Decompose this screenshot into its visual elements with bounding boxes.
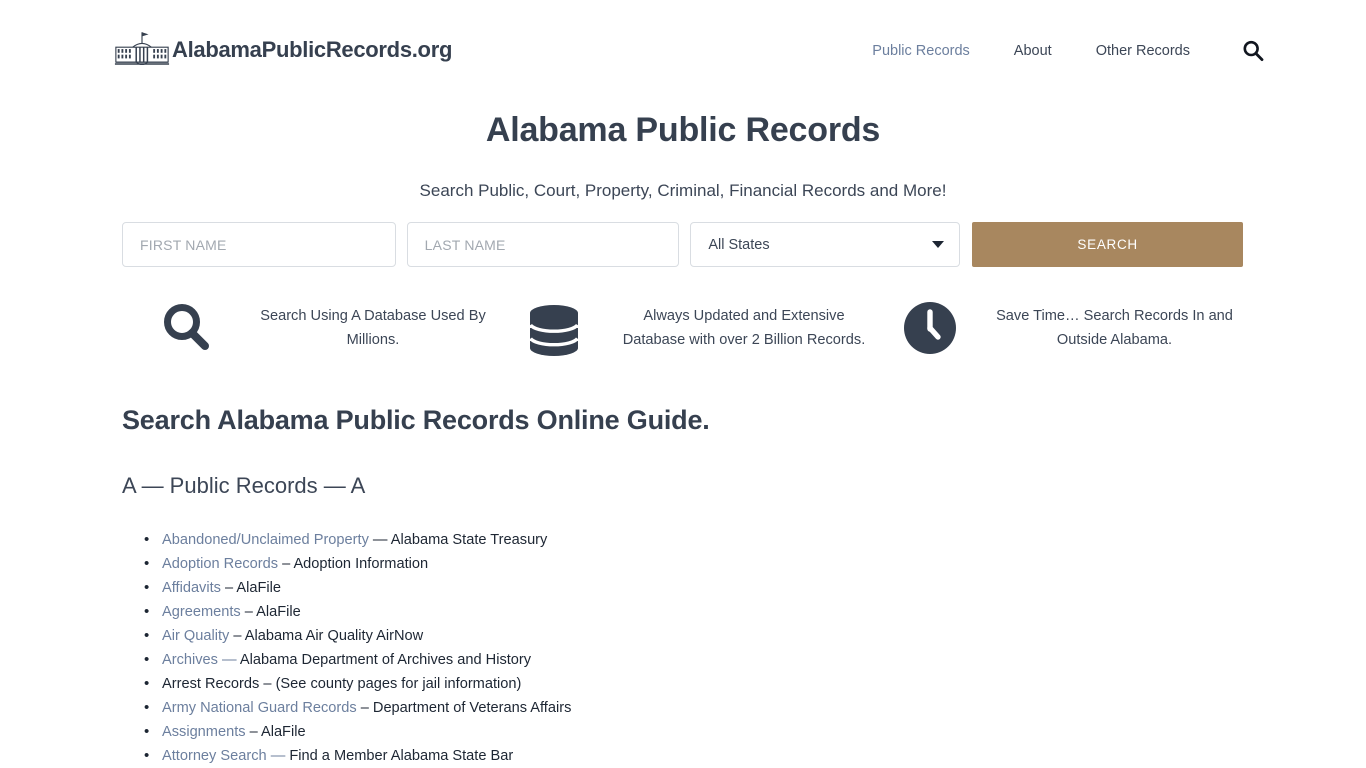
site-logo-link[interactable]: AlabamaPublicRecords.org	[114, 28, 452, 72]
feature-item: Save Time… Search Records In and Outside…	[874, 290, 1243, 360]
list-item: Arrest Records – (See county pages for j…	[162, 672, 1243, 696]
record-description: Alabama Air Quality AirNow	[245, 628, 423, 644]
feature-text: Search Using A Database Used By Millions…	[252, 290, 494, 352]
first-name-input[interactable]	[122, 222, 396, 267]
record-description: Find a Member Alabama State Bar	[289, 748, 513, 764]
record-link[interactable]: Assignments	[162, 724, 246, 740]
record-description: AlaFile	[256, 604, 301, 620]
feature-text: Always Updated and Extensive Database wi…	[614, 290, 874, 352]
record-separator: –	[221, 580, 236, 596]
record-link[interactable]: Adoption Records	[162, 556, 278, 572]
list-item: Army National Guard Records – Department…	[162, 696, 1243, 720]
record-separator: –	[278, 556, 293, 572]
magnifier-icon	[122, 290, 252, 360]
list-item: Air Quality – Alabama Air Quality AirNow	[162, 624, 1243, 648]
record-description: (See county pages for jail information)	[276, 676, 522, 692]
record-label: Arrest Records	[162, 676, 259, 692]
guide-section-heading: A — Public Records — A	[122, 436, 1243, 499]
record-separator: —	[267, 748, 290, 764]
record-link[interactable]: Archives	[162, 652, 218, 668]
site-header: AlabamaPublicRecords.org Public Records …	[0, 0, 1366, 100]
record-description: AlaFile	[261, 724, 306, 740]
last-name-input[interactable]	[407, 222, 680, 267]
clock-icon	[874, 290, 986, 360]
record-description: Adoption Information	[293, 556, 428, 572]
nav-item-about[interactable]: About	[992, 39, 1074, 63]
list-item: Abandoned/Unclaimed Property — Alabama S…	[162, 528, 1243, 552]
people-search-form: All States SEARCH	[122, 222, 1243, 267]
state-select-wrapper: All States	[690, 222, 960, 267]
record-separator: —	[369, 532, 391, 548]
records-guide-section: Search Alabama Public Records Online Gui…	[122, 400, 1243, 768]
feature-text: Save Time… Search Records In and Outside…	[986, 290, 1243, 352]
record-description: Department of Veterans Affairs	[373, 700, 571, 716]
state-select-value: All States	[708, 237, 769, 253]
search-icon[interactable]	[1240, 38, 1266, 64]
record-link[interactable]: Air Quality	[162, 628, 229, 644]
guide-heading: Search Alabama Public Records Online Gui…	[122, 400, 1243, 436]
search-button[interactable]: SEARCH	[972, 222, 1243, 267]
list-item: Agreements – AlaFile	[162, 600, 1243, 624]
state-select[interactable]: All States	[690, 222, 960, 267]
hero-section: Alabama Public Records Search Public, Co…	[0, 100, 1366, 201]
record-separator: –	[259, 676, 275, 692]
record-link[interactable]: Abandoned/Unclaimed Property	[162, 532, 369, 548]
list-item: Attorney Search — Find a Member Alabama …	[162, 744, 1243, 768]
nav-item-public-records[interactable]: Public Records	[850, 39, 992, 63]
page-subtitle: Search Public, Court, Property, Criminal…	[0, 150, 1366, 201]
record-description: AlaFile	[236, 580, 281, 596]
page-title: Alabama Public Records	[0, 100, 1366, 150]
feature-item: Always Updated and Extensive Database wi…	[494, 290, 874, 360]
record-link[interactable]: Attorney Search	[162, 748, 267, 764]
record-separator: –	[357, 700, 373, 716]
record-description: Alabama Department of Archives and Histo…	[240, 652, 531, 668]
list-item: Affidavits – AlaFile	[162, 576, 1243, 600]
record-separator: —	[218, 652, 240, 668]
site-logo-text: AlabamaPublicRecords.org	[172, 39, 452, 61]
capitol-building-icon	[114, 28, 170, 72]
record-link[interactable]: Affidavits	[162, 580, 221, 596]
list-item: Assignments – AlaFile	[162, 720, 1243, 744]
record-separator: –	[241, 604, 256, 620]
feature-item: Search Using A Database Used By Millions…	[122, 290, 494, 360]
record-separator: –	[229, 628, 244, 644]
feature-highlights: Search Using A Database Used By Millions…	[122, 290, 1243, 360]
record-link[interactable]: Army National Guard Records	[162, 700, 357, 716]
records-list: Abandoned/Unclaimed Property — Alabama S…	[122, 499, 1243, 768]
nav-item-other-records[interactable]: Other Records	[1074, 39, 1212, 63]
database-icon	[494, 290, 614, 360]
main-navigation: Public Records About Other Records	[850, 38, 1266, 64]
list-item: Archives — Alabama Department of Archive…	[162, 648, 1243, 672]
record-link[interactable]: Agreements	[162, 604, 241, 620]
record-description: Alabama State Treasury	[391, 532, 548, 548]
record-separator: –	[246, 724, 261, 740]
list-item: Adoption Records – Adoption Information	[162, 552, 1243, 576]
